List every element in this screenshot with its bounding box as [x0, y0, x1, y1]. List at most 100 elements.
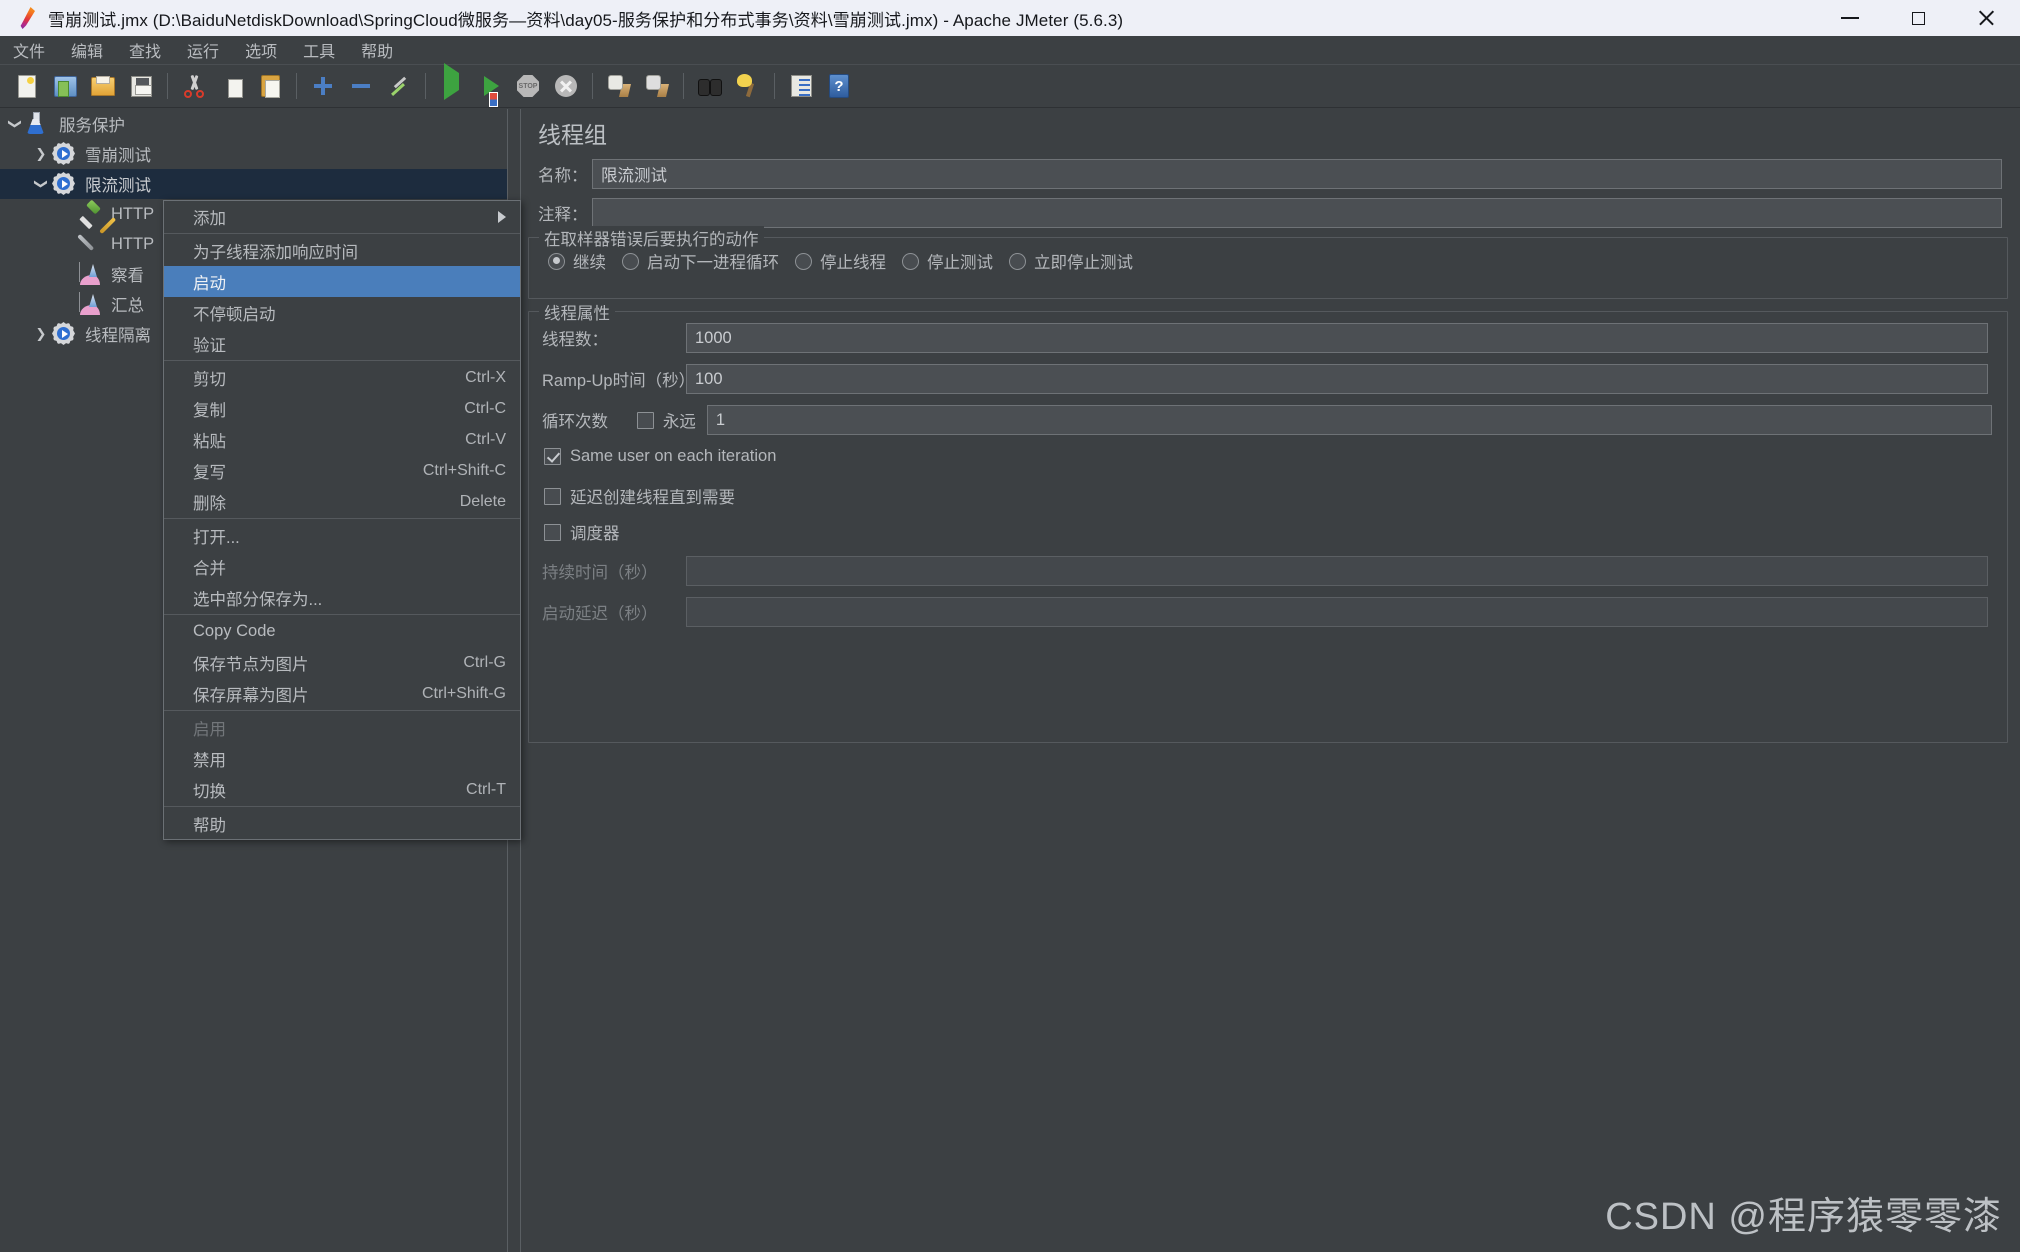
radio-start-next-loop[interactable]: 启动下一进程循环: [622, 249, 779, 273]
thread-properties-legend: 线程属性: [539, 300, 615, 324]
toggle-icon[interactable]: [382, 69, 416, 103]
threads-input[interactable]: [686, 323, 1988, 353]
context-menu-item-shortcut: Ctrl+Shift-G: [421, 684, 506, 702]
clear-icon[interactable]: [602, 69, 636, 103]
duration-label: 持续时间（秒）: [542, 564, 658, 582]
on-sampler-error-legend: 在取样器错误后要执行的动作: [539, 226, 764, 250]
radio-stop-thread[interactable]: 停止线程: [795, 249, 886, 273]
minimize-button[interactable]: [1816, 0, 1884, 36]
menu-help[interactable]: 帮助: [348, 35, 406, 65]
loops-input[interactable]: [706, 405, 1992, 435]
stop-icon[interactable]: STOP: [511, 69, 545, 103]
ctx-paste[interactable]: 粘贴 Ctrl-V: [164, 424, 520, 455]
cut-icon[interactable]: [177, 69, 211, 103]
save-icon[interactable]: [124, 69, 158, 103]
jmeter-window: 雪崩测试.jmx (D:\BaiduNetdiskDownload\Spring…: [0, 0, 2020, 1252]
reset-search-icon[interactable]: [731, 69, 765, 103]
menu-edit[interactable]: 编辑: [58, 35, 116, 65]
threads-label: 线程数：: [542, 331, 608, 349]
menu-run[interactable]: 运行: [174, 35, 232, 65]
delay-thread-creation-checkbox[interactable]: 延迟创建线程直到需要: [544, 484, 735, 508]
tree-node-test-plan[interactable]: ❯ 服务保护: [0, 109, 507, 139]
radio-mark: [1009, 252, 1026, 270]
radio-label: 立即停止测试: [1034, 254, 1133, 272]
ctx-start-no-pauses[interactable]: 不停顿启动: [164, 297, 520, 328]
start-icon[interactable]: [435, 63, 469, 103]
tree-node-label: 雪崩测试: [85, 147, 151, 165]
ctx-help[interactable]: 帮助: [164, 808, 520, 839]
loops-row: 循环次数 永远: [542, 405, 1992, 435]
context-menu-separator: [164, 360, 520, 361]
context-menu-item-label: 打开...: [193, 528, 240, 547]
tree-node-avalanche-test[interactable]: ❯ 雪崩测试: [0, 139, 507, 169]
ctx-validate[interactable]: 验证: [164, 328, 520, 359]
ctx-enable: 启用: [164, 712, 520, 743]
chevron-down-icon[interactable]: ❯: [30, 173, 52, 195]
expand-all-icon[interactable]: [306, 69, 340, 103]
scheduler-checkbox[interactable]: 调度器: [544, 520, 620, 544]
paste-icon[interactable]: [253, 69, 287, 103]
search-icon[interactable]: [693, 69, 727, 103]
new-document-icon[interactable]: [10, 69, 44, 103]
toolbar: STOP ?: [0, 63, 2020, 108]
scheduler-label: 调度器: [570, 525, 620, 543]
ctx-remove[interactable]: 删除 Delete: [164, 486, 520, 517]
delay-thread-creation-label: 延迟创建线程直到需要: [570, 489, 735, 507]
radio-continue[interactable]: 继续: [548, 249, 606, 273]
chevron-down-icon[interactable]: ❯: [4, 113, 26, 135]
ctx-add-think-times[interactable]: 为子线程添加响应时间: [164, 235, 520, 266]
chevron-right-icon[interactable]: ❯: [30, 143, 52, 165]
ctx-copy[interactable]: 复制 Ctrl-C: [164, 393, 520, 424]
ctx-toggle[interactable]: 切换 Ctrl-T: [164, 774, 520, 805]
rampup-label: Ramp-Up时间（秒）：: [542, 372, 704, 390]
forever-checkbox[interactable]: 永远: [636, 408, 696, 432]
ctx-save-screen-as-image[interactable]: 保存屏幕为图片 Ctrl+Shift-G: [164, 678, 520, 709]
clear-all-icon[interactable]: [640, 69, 674, 103]
help-icon[interactable]: ?: [822, 69, 856, 103]
duration-input[interactable]: [686, 556, 1988, 586]
same-user-label: Same user on each iteration: [570, 447, 777, 465]
tree-node-ratelimit-test[interactable]: ❯ 限流测试: [0, 169, 507, 199]
context-menu-item-shortcut: Ctrl-G: [463, 653, 506, 671]
close-button[interactable]: [1952, 0, 2020, 36]
ctx-duplicate[interactable]: 复写 Ctrl+Shift-C: [164, 455, 520, 486]
context-menu-item-label: 保存屏幕为图片: [193, 686, 309, 705]
function-helper-icon[interactable]: [784, 69, 818, 103]
start-no-pauses-icon[interactable]: [473, 69, 507, 107]
ctx-start[interactable]: 启动: [164, 266, 520, 297]
comment-input[interactable]: [592, 198, 2002, 228]
tree-node-label: 察看: [111, 267, 144, 285]
radio-stop-test-now[interactable]: 立即停止测试: [1009, 249, 1133, 273]
ctx-copy-code[interactable]: Copy Code: [164, 616, 520, 647]
open-folder-icon[interactable]: [86, 69, 120, 103]
menu-file[interactable]: 文件: [0, 35, 58, 65]
maximize-button[interactable]: [1884, 0, 1952, 36]
chevron-right-icon[interactable]: ❯: [30, 323, 52, 345]
ctx-disable[interactable]: 禁用: [164, 743, 520, 774]
radio-stop-test[interactable]: 停止测试: [902, 249, 993, 273]
threads-row: 线程数：: [542, 323, 1992, 353]
tree-node-context-menu[interactable]: 添加 为子线程添加响应时间 启动 不停顿启动 验证 剪切 Ctrl-X 复制 Ctrl-C 粘贴 C…: [163, 200, 521, 840]
menu-options[interactable]: 选项: [232, 35, 290, 65]
context-menu-item-label: 保存节点为图片: [193, 655, 309, 674]
tree-node-label: 限流测试: [85, 177, 151, 195]
copy-icon[interactable]: [215, 69, 249, 103]
shutdown-icon[interactable]: [549, 69, 583, 103]
menu-tools[interactable]: 工具: [290, 35, 348, 65]
ctx-cut[interactable]: 剪切 Ctrl-X: [164, 362, 520, 393]
ctx-open[interactable]: 打开...: [164, 520, 520, 551]
name-input[interactable]: [592, 159, 2002, 189]
templates-icon[interactable]: [48, 69, 82, 103]
http-config-icon: [78, 232, 104, 256]
same-user-checkbox[interactable]: Same user on each iteration: [544, 447, 776, 466]
startup-delay-input[interactable]: [686, 597, 1988, 627]
rampup-row: Ramp-Up时间（秒）：: [542, 364, 1992, 394]
menu-search[interactable]: 查找: [116, 35, 174, 65]
collapse-all-icon[interactable]: [344, 69, 378, 103]
page-title: 线程组: [538, 122, 607, 148]
rampup-input[interactable]: [686, 364, 1988, 394]
ctx-save-node-as-image[interactable]: 保存节点为图片 Ctrl-G: [164, 647, 520, 678]
ctx-merge[interactable]: 合并: [164, 551, 520, 582]
ctx-save-selection-as[interactable]: 选中部分保存为...: [164, 582, 520, 613]
ctx-add[interactable]: 添加: [164, 201, 520, 232]
